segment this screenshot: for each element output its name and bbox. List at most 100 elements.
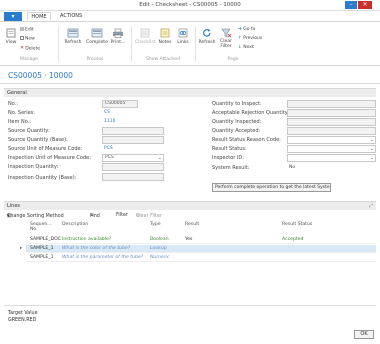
target-value-label: Target Value	[8, 311, 38, 316]
expand-icon[interactable]: ⤢	[369, 202, 373, 210]
arrow-down-icon: ↓	[238, 45, 242, 50]
source-quantity-field[interactable]	[102, 127, 164, 135]
new-icon	[20, 36, 24, 40]
change-sort-label: Change Sorting Method	[7, 214, 64, 219]
table-row[interactable]: SAMPLE_1 What is the parameter of the tu…	[26, 254, 376, 262]
next-label: Next	[243, 45, 254, 50]
filter-button[interactable]: Filter	[116, 213, 128, 218]
clear-filter-button[interactable]: Clear Filter	[217, 28, 235, 49]
view-label: View	[5, 40, 17, 45]
printer-icon	[113, 28, 123, 38]
result-reason-select[interactable]: ⌄	[287, 136, 376, 144]
qty-accepted-label: Quantity Accepted:	[212, 128, 261, 134]
filter-icon	[221, 28, 232, 38]
links-button[interactable]: Links	[175, 28, 191, 45]
general-section-header[interactable]: General	[4, 88, 376, 97]
qty-inspected-label: Quantity Inspected:	[212, 119, 262, 125]
col-type-header[interactable]: Type	[150, 222, 161, 227]
inspection-uom-select[interactable]: PCS ⌄	[102, 154, 164, 162]
tab-actions[interactable]: ACTIONS	[60, 13, 82, 19]
refresh-button[interactable]: Refresh	[62, 28, 84, 45]
cell-type: Lookup	[150, 246, 167, 251]
ribbon: View Edit New ✕Delete Manage Refresh Com…	[0, 22, 380, 66]
complete-icon	[91, 28, 103, 38]
col-result-header[interactable]: Result	[185, 222, 199, 227]
next-button[interactable]: ↓ Next	[238, 45, 254, 50]
no-field[interactable]: CS00005	[102, 100, 138, 108]
source-uom-value[interactable]: PCS	[104, 146, 113, 151]
edit-button[interactable]: Edit	[20, 27, 34, 33]
new-button[interactable]: New	[20, 36, 35, 42]
target-value: GREEN,RED	[8, 318, 37, 323]
lines-clear-filter-label: Clear Filter	[136, 214, 162, 219]
perform-complete-button[interactable]: Perform complete operation to get the la…	[212, 183, 331, 192]
notes-button[interactable]: Notes	[157, 28, 173, 45]
refresh-page-label: Refresh	[198, 40, 216, 45]
print-label: Print...	[110, 40, 126, 45]
notes-icon	[160, 28, 170, 38]
edit-label: Edit	[25, 27, 34, 33]
previous-button[interactable]: ↑ Previous	[238, 36, 262, 41]
refresh-icon	[203, 28, 211, 37]
item-no-value[interactable]: 1110	[104, 119, 115, 124]
source-quantity-label: Source Quantity:	[8, 128, 50, 134]
view-button[interactable]: View	[4, 28, 18, 45]
source-quantity-base-label: Source Quantity (Base):	[8, 137, 68, 143]
close-button[interactable]: ✕	[358, 1, 372, 9]
inspection-uom-value: PCS	[105, 155, 114, 160]
inspection-quantity-field[interactable]	[102, 163, 164, 171]
result-status-select[interactable]: ⌄	[287, 145, 376, 153]
edit-icon	[20, 27, 24, 31]
group-manage: Manage	[20, 57, 38, 62]
complete-button[interactable]: Complete	[86, 28, 108, 45]
lines-section-header[interactable]: Lines ⤢	[4, 201, 376, 210]
chevron-down-icon: ⌄	[369, 137, 374, 143]
table-row[interactable]: SAMPLE_DOC Instruction available? Boolea…	[26, 236, 376, 244]
no-series-label: No. Series:	[8, 110, 35, 116]
no-series-value[interactable]: CS	[104, 110, 110, 115]
qty-accepted-field[interactable]	[287, 127, 376, 135]
refresh-page-button[interactable]: Refresh	[198, 28, 216, 45]
inspection-quantity-base-field[interactable]	[102, 173, 164, 181]
view-icon	[6, 28, 16, 38]
row-selector-icon: ▸	[20, 246, 23, 251]
chevron-down-icon: ⌄	[369, 146, 374, 152]
goto-label: Go to	[243, 27, 256, 32]
new-label: New	[25, 36, 35, 42]
ok-button[interactable]: OK	[354, 330, 374, 339]
lines-header-label: Lines	[7, 203, 21, 209]
acceptable-rejection-field[interactable]	[287, 109, 376, 117]
result-status-label: Result Status:	[212, 146, 247, 152]
minimize-button[interactable]: –	[345, 1, 357, 9]
goto-button[interactable]: ➜ Go to	[238, 27, 255, 32]
cell-type: Numeric	[150, 255, 170, 260]
col-sequence-header[interactable]: Sequen... No.	[30, 222, 52, 232]
col-result-status-header[interactable]: Result Status	[282, 222, 312, 227]
cell-description: What is the parameter of the tube?	[62, 255, 144, 260]
app-menu-button[interactable]: ▾	[4, 12, 22, 21]
inspector-id-select[interactable]: ⌄	[287, 154, 376, 162]
checklist-icon	[140, 28, 150, 38]
qty-inspected-field[interactable]	[287, 118, 376, 126]
cell-description: Instruction available?	[62, 237, 112, 242]
checklist-label: Checklist	[135, 40, 156, 45]
checklist-button[interactable]: Checklist	[135, 28, 155, 45]
col-description-header[interactable]: Description	[62, 222, 88, 227]
print-button[interactable]: Print...	[109, 28, 127, 45]
table-row[interactable]: ▸ SAMPLE_1 What is the color of the tube…	[20, 245, 376, 253]
tab-home[interactable]: HOME	[27, 12, 51, 21]
delete-button[interactable]: ✕Delete	[20, 45, 40, 52]
source-uom-label: Source Unit of Measure Code:	[8, 146, 83, 152]
group-page: Page	[227, 57, 239, 62]
source-quantity-base-field[interactable]	[102, 136, 164, 144]
lines-toolbar: ▤ Change Sorting Method ▾ ⚭ Find Filter …	[4, 212, 376, 221]
cell-result: Yes	[185, 237, 193, 242]
system-result-value: No	[289, 165, 296, 170]
goto-icon: ➜	[238, 27, 242, 32]
qty-to-inspect-field[interactable]	[287, 100, 376, 108]
window-title: Edit - Checksheet - CS00005 - 10000	[139, 2, 241, 8]
footer-divider	[4, 305, 376, 306]
title-divider	[0, 83, 380, 84]
result-reason-label: Result Status Reason Code:	[212, 137, 281, 143]
system-result-label: System Result:	[212, 165, 250, 171]
